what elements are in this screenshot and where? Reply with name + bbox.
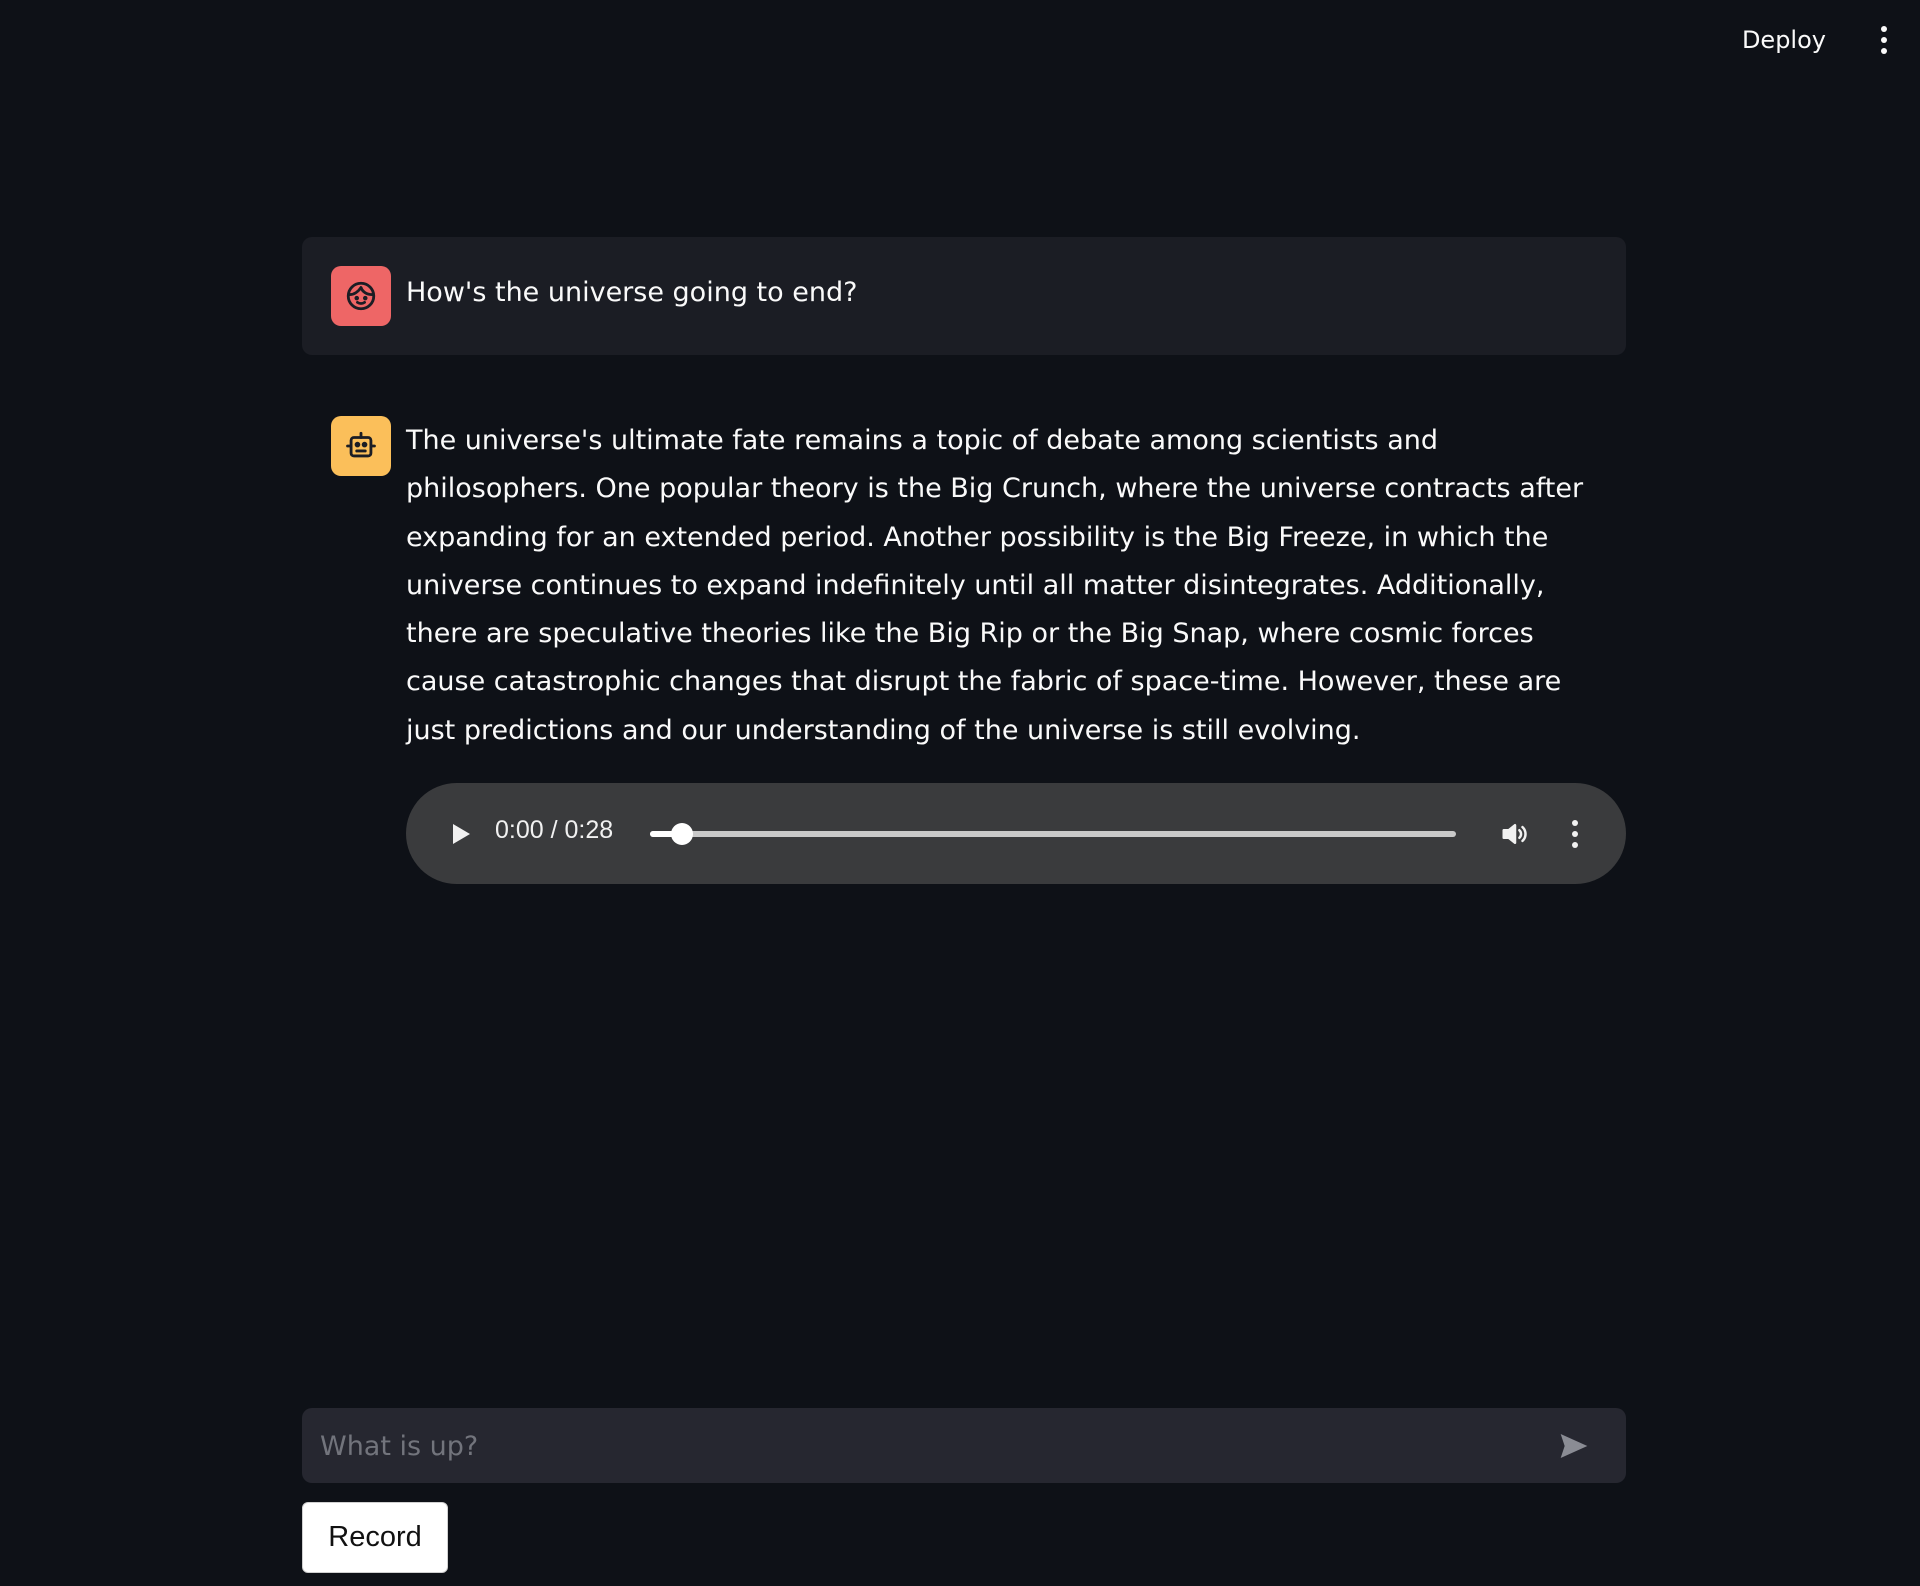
chat-input-container: [302, 1408, 1626, 1485]
audio-progress-thumb[interactable]: [671, 823, 694, 845]
main-menu-button[interactable]: [1874, 22, 1894, 58]
play-button[interactable]: [442, 815, 480, 853]
audio-options-button[interactable]: [1566, 817, 1584, 851]
app-page: Deploy How's the universe going to end?: [0, 0, 1920, 1586]
audio-player: 0:00 / 0:28: [406, 783, 1626, 884]
play-icon: [453, 824, 470, 844]
volume-button[interactable]: [1496, 815, 1534, 853]
send-icon: [1560, 1434, 1588, 1458]
send-button[interactable]: [1554, 1426, 1594, 1466]
user-message-text: How's the universe going to end?: [406, 277, 858, 308]
deploy-button[interactable]: Deploy: [1734, 22, 1834, 58]
assistant-message-text: The universe's ultimate fate remains a t…: [406, 425, 1584, 746]
chat-message-user: How's the universe going to end?: [302, 237, 1626, 355]
chat-input[interactable]: [318, 1408, 1542, 1485]
audio-progress-bar[interactable]: [650, 823, 1456, 845]
assistant-avatar: [331, 416, 391, 476]
more-vertical-icon: [1881, 26, 1887, 54]
more-vertical-icon: [1572, 820, 1578, 848]
face-icon: [346, 281, 376, 311]
volume-icon: [1502, 824, 1527, 844]
user-avatar: [331, 266, 391, 326]
record-button[interactable]: Record: [302, 1502, 448, 1573]
robot-icon: [346, 431, 376, 458]
audio-time-display: 0:00 / 0:28: [495, 816, 614, 844]
